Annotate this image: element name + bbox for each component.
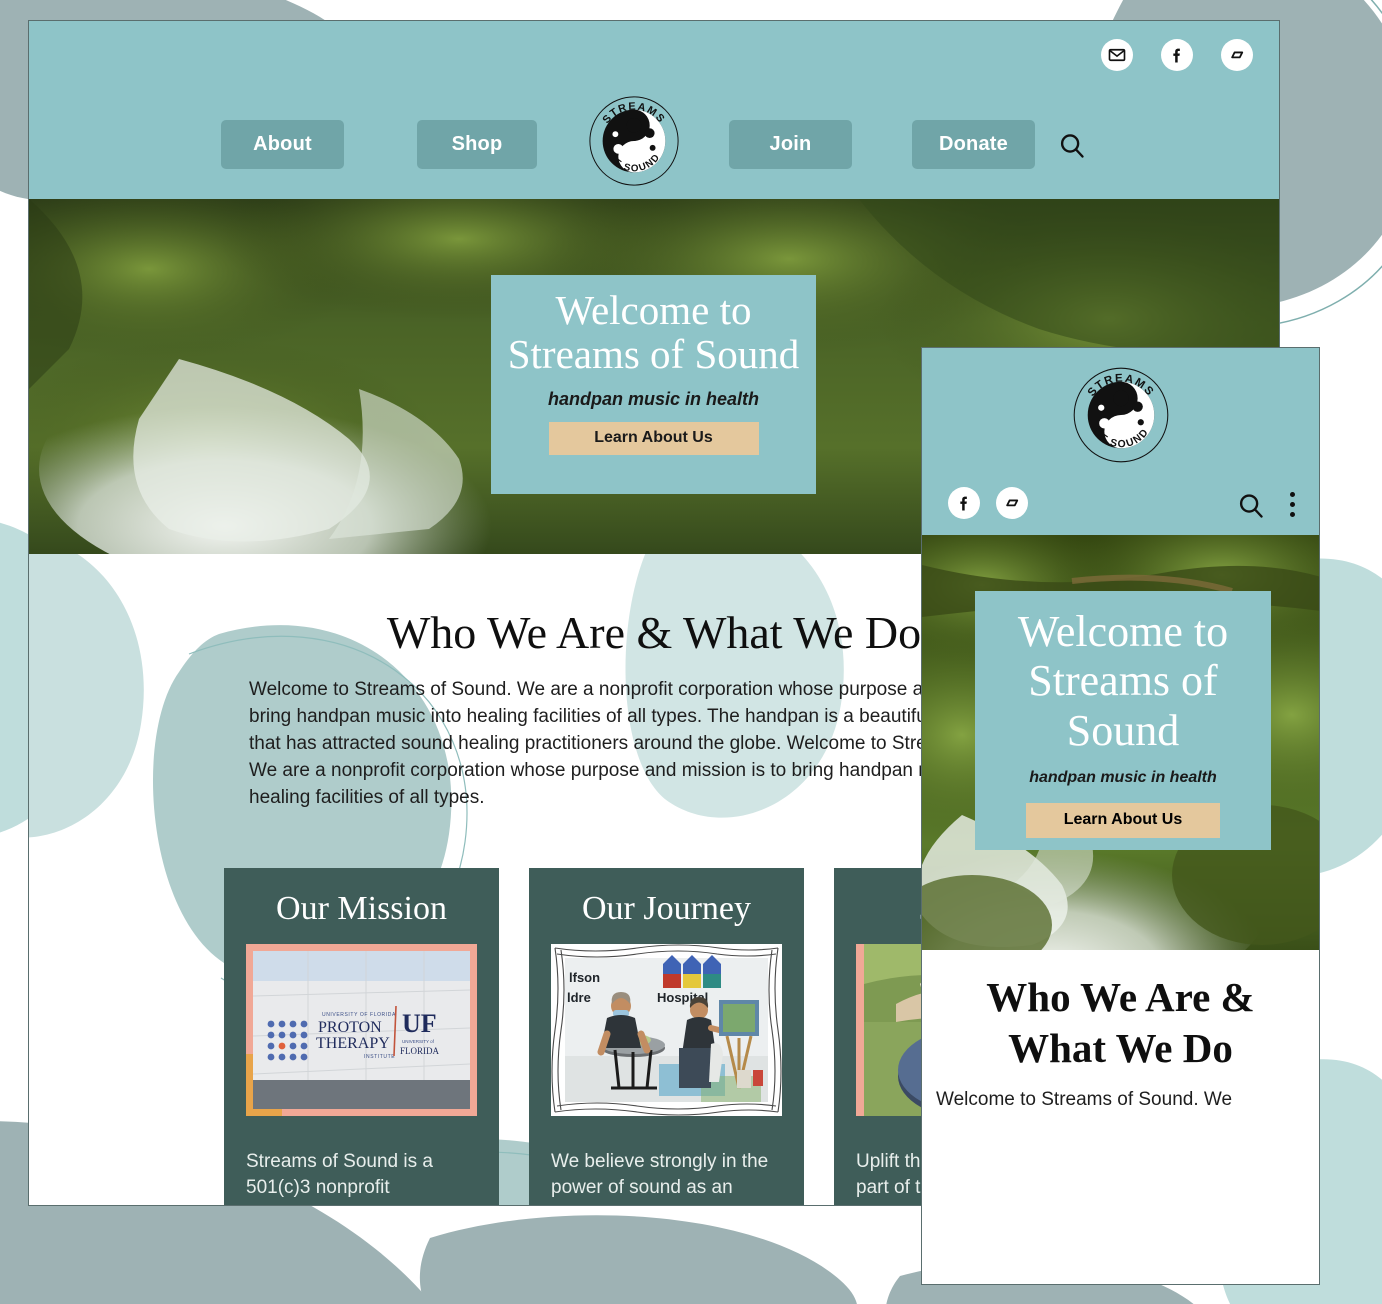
mobile-body: Who We Are & What We Do Welcome to Strea… bbox=[922, 950, 1319, 1284]
hero-text-box: Welcome to Streams of Sound handpan musi… bbox=[491, 275, 816, 494]
card-title: Our Mission bbox=[276, 889, 447, 927]
mobile-hero-text-box: Welcome to Streams of Sound handpan musi… bbox=[975, 591, 1271, 850]
nav-item-about[interactable]: About bbox=[221, 119, 344, 169]
social-links bbox=[1101, 39, 1253, 71]
card-our-mission[interactable]: Our Mission UNIVERSITY OF FLORIDA PROTON… bbox=[224, 867, 499, 1205]
hero-cta-button[interactable]: Learn About Us bbox=[548, 421, 759, 455]
facebook-icon-glyph bbox=[960, 496, 967, 511]
mobile-header-actions bbox=[1236, 487, 1301, 521]
search-icon-glyph bbox=[1239, 494, 1263, 518]
kebab-menu-icon[interactable] bbox=[1284, 490, 1301, 519]
mobile-section-title: Who We Are & What We Do bbox=[986, 974, 1255, 1072]
mobile-hero-cta-button[interactable]: Learn About Us bbox=[1026, 802, 1220, 838]
mobile-section-paragraph: Welcome to Streams of Sound. We bbox=[936, 1088, 1233, 1110]
streams-of-sound-logo: STREAMS OF SOUND bbox=[1073, 367, 1168, 463]
mobile-hero-subtitle: handpan music in health bbox=[1029, 768, 1217, 786]
wolfson-hospital-handpan-photo: lfson ldre Hospital bbox=[551, 943, 782, 1116]
svg-text:UNIVERSITY of: UNIVERSITY of bbox=[402, 1039, 435, 1044]
desktop-header: About Shop STREAMS OF SOUND Join Donate bbox=[29, 21, 1279, 199]
card-title: Our Journey bbox=[581, 889, 752, 927]
nav-item-shop[interactable]: Shop bbox=[417, 119, 537, 169]
kebab-dot bbox=[1290, 501, 1295, 507]
hero-subtitle: handpan music in health bbox=[547, 388, 760, 409]
uf-proton-therapy-photo: UNIVERSITY OF FLORIDA PROTON THERAPY INS… bbox=[246, 943, 477, 1116]
site-logo[interactable]: STREAMS OF SOUND bbox=[585, 92, 683, 190]
mobile-hero-title: Welcome to Streams of Sound bbox=[1017, 607, 1229, 755]
facebook-icon[interactable] bbox=[948, 487, 980, 519]
email-icon[interactable] bbox=[1101, 39, 1133, 71]
kebab-dot bbox=[1290, 491, 1295, 497]
card-image: lfson ldre Hospital bbox=[551, 943, 782, 1116]
streams-of-sound-logo: STREAMS OF SOUND bbox=[589, 96, 679, 186]
search-icon[interactable] bbox=[1236, 491, 1266, 521]
nav-item-join[interactable]: Join bbox=[729, 119, 852, 169]
svg-text:UF: UF bbox=[402, 1009, 437, 1038]
card-body-text: Streams of Sound is a 501(c)3 nonprofit … bbox=[246, 1150, 433, 1205]
bandsintown-icon[interactable] bbox=[1221, 39, 1253, 71]
kebab-dot bbox=[1290, 511, 1295, 517]
card-our-journey[interactable]: Our Journey lfson ldre Hospital We belie… bbox=[529, 867, 804, 1205]
bandsintown-icon[interactable] bbox=[996, 487, 1028, 519]
search-icon[interactable] bbox=[1057, 131, 1087, 161]
card-body-text: We believe strongly in the power of soun… bbox=[551, 1150, 769, 1205]
mobile-site-logo[interactable]: STREAMS OF SOUND bbox=[1069, 363, 1173, 467]
mobile-social-links bbox=[948, 487, 1028, 519]
desktop-nav: About Shop STREAMS OF SOUND Join Donate bbox=[29, 95, 1279, 193]
card-image: UNIVERSITY OF FLORIDA PROTON THERAPY INS… bbox=[246, 943, 477, 1116]
email-icon-glyph bbox=[1108, 48, 1126, 62]
hero-title: Welcome to Streams of Sound bbox=[507, 287, 800, 377]
svg-text:INSTITUTE: INSTITUTE bbox=[364, 1054, 395, 1060]
svg-text:lfson: lfson bbox=[569, 970, 600, 985]
facebook-icon-glyph bbox=[1173, 48, 1180, 63]
svg-text:THERAPY: THERAPY bbox=[316, 1035, 390, 1052]
svg-text:PROTON: PROTON bbox=[318, 1019, 382, 1036]
mobile-hero: Welcome to Streams of Sound handpan musi… bbox=[922, 535, 1319, 950]
svg-text:ldre: ldre bbox=[567, 990, 591, 1005]
svg-text:UNIVERSITY OF FLORIDA: UNIVERSITY OF FLORIDA bbox=[322, 1012, 396, 1018]
svg-text:FLORIDA: FLORIDA bbox=[400, 1046, 440, 1056]
nav-item-donate[interactable]: Donate bbox=[912, 119, 1035, 169]
mobile-viewport: STREAMS OF SOUND Welcome to Streams of S… bbox=[921, 347, 1320, 1285]
bandsintown-icon-glyph bbox=[1006, 499, 1019, 507]
search-icon-glyph bbox=[1060, 134, 1084, 158]
facebook-icon[interactable] bbox=[1161, 39, 1193, 71]
mobile-header: STREAMS OF SOUND bbox=[922, 348, 1319, 535]
bandsintown-icon-glyph bbox=[1231, 51, 1244, 59]
